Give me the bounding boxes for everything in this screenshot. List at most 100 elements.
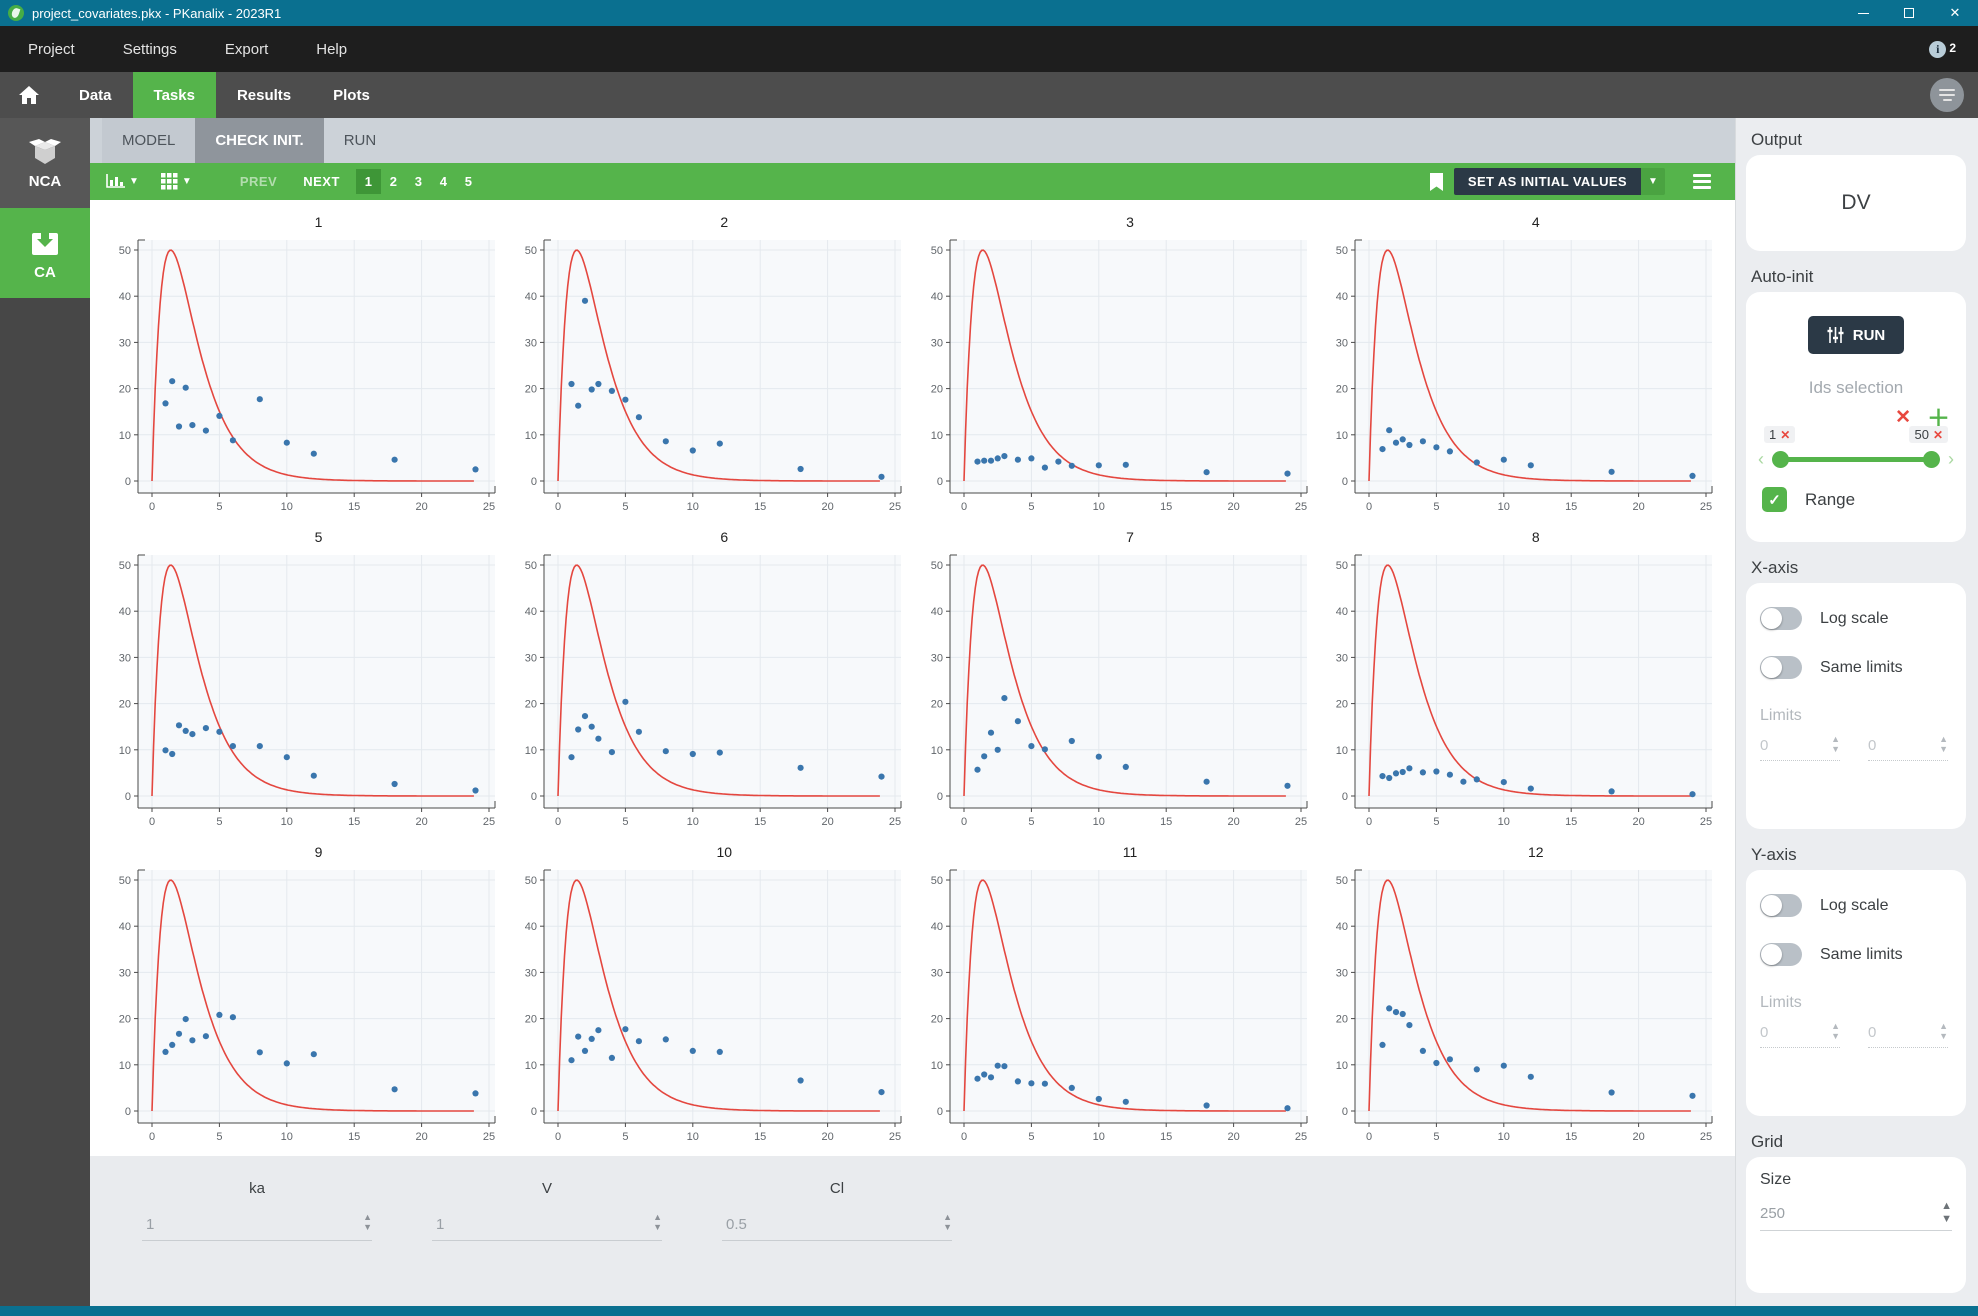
data-point [1609, 1089, 1615, 1095]
xaxis-limit-min-field[interactable]: 0 ▲▼ [1760, 735, 1840, 761]
param-v-field[interactable]: 1▲▼ [432, 1213, 662, 1241]
data-point [1434, 1060, 1440, 1066]
plot-canvas-3[interactable]: 010203040500510152025 [914, 232, 1317, 517]
stepper-arrows[interactable]: ▲▼ [1831, 735, 1840, 755]
ids-range-slider[interactable]: ‹ › [1756, 449, 1956, 471]
slider-right-chevron-icon[interactable]: › [1948, 449, 1954, 469]
xaxis-limit-min-value: 0 [1760, 737, 1768, 754]
stepper-arrows[interactable]: ▲▼ [1941, 1201, 1952, 1227]
yaxis-log-scale-toggle[interactable] [1760, 894, 1802, 917]
page-button-5[interactable]: 5 [456, 169, 481, 194]
next-page-button[interactable]: NEXT [303, 174, 340, 189]
svg-text:20: 20 [1633, 1131, 1645, 1143]
data-point [169, 751, 175, 757]
svg-text:0: 0 [1366, 501, 1372, 513]
slider-left-chevron-icon[interactable]: ‹ [1758, 449, 1764, 469]
data-point [575, 726, 581, 732]
svg-text:10: 10 [1092, 1131, 1104, 1143]
yaxis-limit-min-field[interactable]: 0 ▲▼ [1760, 1022, 1840, 1048]
xaxis-log-scale-toggle[interactable] [1760, 607, 1802, 630]
stepper-arrows[interactable]: ▲▼ [653, 1213, 662, 1233]
page-button-3[interactable]: 3 [406, 169, 431, 194]
plot-type-dropdown[interactable]: ▼ [106, 174, 139, 189]
page-button-1[interactable]: 1 [356, 169, 381, 194]
clear-selection-icon[interactable]: ✕ [1895, 410, 1911, 426]
data-point [1014, 457, 1020, 463]
svg-text:20: 20 [1227, 501, 1239, 513]
sidebar-item-nca[interactable]: NCA [0, 118, 90, 208]
plot-canvas-9[interactable]: 010203040500510152025 [102, 862, 505, 1147]
add-selection-icon[interactable]: ＋ [1927, 410, 1950, 426]
menu-help[interactable]: Help [316, 41, 347, 58]
tab-results[interactable]: Results [216, 72, 312, 118]
subtab-run[interactable]: RUN [324, 118, 397, 163]
maximize-button[interactable] [1886, 0, 1932, 26]
grid-section-label: Grid [1751, 1132, 1966, 1152]
data-point [1393, 1009, 1399, 1015]
stepper-arrows[interactable]: ▲▼ [1831, 1022, 1840, 1042]
slider-track[interactable] [1776, 457, 1936, 462]
grid-size-value: 250 [1760, 1205, 1785, 1222]
sidebar-item-ca[interactable]: CA [0, 208, 90, 298]
slider-max-handle[interactable] [1923, 451, 1940, 468]
home-button[interactable] [0, 72, 58, 118]
svg-text:25: 25 [1294, 816, 1306, 828]
grid-layout-dropdown[interactable]: ▼ [161, 173, 192, 190]
svg-text:25: 25 [1294, 1131, 1306, 1143]
stepper-arrows[interactable]: ▲▼ [363, 1213, 372, 1233]
feedback-button[interactable] [1930, 78, 1964, 112]
plot-canvas-11[interactable]: 010203040500510152025 [914, 862, 1317, 1147]
plot-canvas-5[interactable]: 010203040500510152025 [102, 547, 505, 832]
plot-canvas-12[interactable]: 010203040500510152025 [1319, 862, 1722, 1147]
plot-canvas-10[interactable]: 010203040500510152025 [508, 862, 911, 1147]
run-autoinit-button[interactable]: RUN [1808, 316, 1904, 354]
xaxis-limit-max-field[interactable]: 0 ▲▼ [1868, 735, 1948, 761]
slider-min-handle[interactable] [1772, 451, 1789, 468]
svg-text:0: 0 [149, 501, 155, 513]
plot-toolbar: ▼ ▼ PREV NEXT 12345 SET AS INITIAL VALUE… [90, 163, 1735, 200]
range-checkbox[interactable]: ✓ [1762, 487, 1787, 512]
set-initial-dropdown[interactable]: ▼ [1641, 168, 1665, 195]
yaxis-limit-max-field[interactable]: 0 ▲▼ [1868, 1022, 1948, 1048]
menu-settings[interactable]: Settings [123, 41, 177, 58]
close-button[interactable]: ✕ [1932, 0, 1978, 26]
menu-export[interactable]: Export [225, 41, 268, 58]
plot-title: 1 [102, 206, 505, 232]
remove-min-icon[interactable]: ✕ [1780, 428, 1790, 442]
minimize-button[interactable] [1840, 0, 1886, 26]
tab-tasks[interactable]: Tasks [133, 72, 216, 118]
plot-canvas-1[interactable]: 010203040500510152025 [102, 232, 505, 517]
remove-max-icon[interactable]: ✕ [1933, 428, 1943, 442]
page-button-4[interactable]: 4 [431, 169, 456, 194]
set-as-initial-values-button[interactable]: SET AS INITIAL VALUES [1454, 168, 1641, 195]
bookmark-button[interactable] [1429, 173, 1444, 191]
plot-menu-button[interactable] [1693, 174, 1711, 189]
plot-canvas-2[interactable]: 010203040500510152025 [508, 232, 911, 517]
data-point [311, 451, 317, 457]
tab-plots[interactable]: Plots [312, 72, 391, 118]
subtab-model[interactable]: MODEL [102, 118, 195, 163]
chevron-down-icon: ▼ [129, 176, 139, 187]
stepper-arrows[interactable]: ▲▼ [1939, 735, 1948, 755]
plot-canvas-4[interactable]: 010203040500510152025 [1319, 232, 1722, 517]
page-button-2[interactable]: 2 [381, 169, 406, 194]
param-ka-field[interactable]: 1▲▼ [142, 1213, 372, 1241]
stepper-arrows[interactable]: ▲▼ [943, 1213, 952, 1233]
data-point [1420, 438, 1426, 444]
yaxis-same-limits-toggle[interactable] [1760, 943, 1802, 966]
param-cl-field[interactable]: 0.5▲▼ [722, 1213, 952, 1241]
xaxis-same-limits-toggle[interactable] [1760, 656, 1802, 679]
notifications-button[interactable]: i 2 [1929, 41, 1956, 58]
plot-canvas-6[interactable]: 010203040500510152025 [508, 547, 911, 832]
subtab-check-init[interactable]: CHECK INIT. [195, 118, 323, 163]
prev-page-button[interactable]: PREV [240, 174, 277, 189]
svg-text:20: 20 [415, 816, 427, 828]
plot-canvas-8[interactable]: 010203040500510152025 [1319, 547, 1722, 832]
menu-project[interactable]: Project [28, 41, 75, 58]
grid-size-field[interactable]: 250 ▲▼ [1760, 1201, 1952, 1231]
tab-data[interactable]: Data [58, 72, 133, 118]
plot-canvas-7[interactable]: 010203040500510152025 [914, 547, 1317, 832]
plot-cell-8: 8010203040500510152025 [1319, 521, 1722, 836]
stepper-arrows[interactable]: ▲▼ [1939, 1022, 1948, 1042]
data-point [311, 1051, 317, 1057]
